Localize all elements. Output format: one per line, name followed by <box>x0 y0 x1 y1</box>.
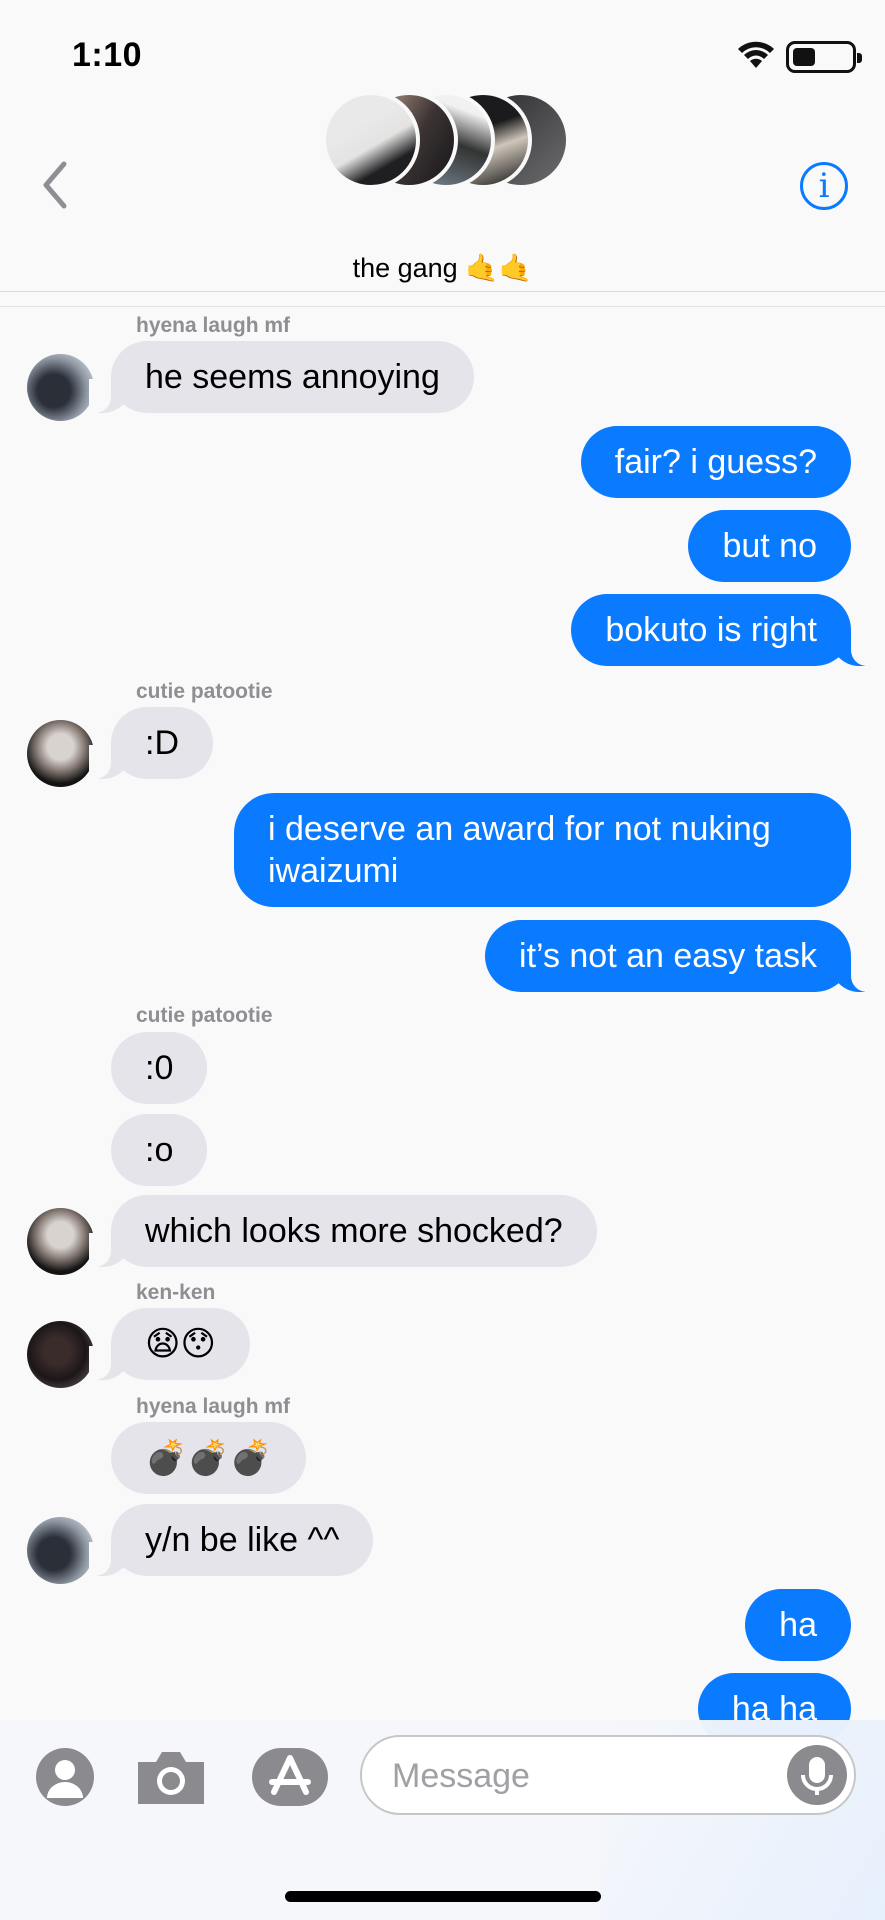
home-indicator[interactable] <box>285 1891 601 1902</box>
message-field[interactable] <box>360 1735 856 1815</box>
app-store-icon[interactable] <box>252 1748 328 1806</box>
message-bubble[interactable]: bokuto is right <box>571 594 873 666</box>
message-bubble[interactable]: it’s not an easy task <box>485 920 873 992</box>
message-bubble[interactable]: ha <box>745 1589 851 1661</box>
header-divider <box>0 306 885 307</box>
message-input[interactable] <box>392 1751 772 1801</box>
microphone-icon[interactable] <box>787 1745 847 1805</box>
avatar[interactable] <box>27 1517 94 1584</box>
sender-name: ken-ken <box>136 1281 216 1304</box>
group-name[interactable]: the gang 🤙🤙 <box>0 252 885 284</box>
group-avatars[interactable] <box>322 91 572 189</box>
message-bubble[interactable]: he seems annoying <box>89 341 474 413</box>
camera-icon[interactable] <box>134 1748 208 1811</box>
sender-name: hyena laugh mf <box>136 1395 291 1418</box>
avatar[interactable] <box>27 720 94 787</box>
status-time: 1:10 <box>72 36 143 74</box>
message-bubble[interactable]: :0 <box>111 1032 208 1104</box>
message-bubble[interactable]: 😧😯 <box>89 1308 250 1380</box>
message-bubble[interactable]: y/n be like ^^ <box>88 1504 374 1576</box>
message-bubble[interactable]: but no <box>688 510 851 582</box>
contact-icon[interactable] <box>36 1748 94 1806</box>
message-bubble[interactable]: fair? i guess? <box>580 426 851 498</box>
sender-name: cutie patootie <box>136 1004 273 1027</box>
header-divider <box>0 291 885 292</box>
message-bubble[interactable]: which looks more shocked? <box>89 1195 597 1267</box>
message-bubble[interactable]: i deserve an award for not nuking iwaizu… <box>234 793 851 907</box>
group-avatar <box>322 91 420 189</box>
avatar[interactable] <box>27 354 94 421</box>
sender-name: cutie patootie <box>136 680 273 703</box>
back-chevron-icon[interactable] <box>40 160 70 215</box>
info-icon[interactable]: i <box>800 162 848 210</box>
avatar[interactable] <box>27 1321 94 1388</box>
avatar[interactable] <box>27 1208 94 1275</box>
wifi-icon <box>736 40 776 75</box>
message-bubble[interactable]: :o <box>111 1114 208 1186</box>
battery-icon <box>786 41 862 73</box>
sender-name: hyena laugh mf <box>136 314 291 337</box>
message-bubble[interactable]: :D <box>89 707 213 779</box>
message-bubble[interactable]: 💣💣💣 <box>111 1422 307 1494</box>
